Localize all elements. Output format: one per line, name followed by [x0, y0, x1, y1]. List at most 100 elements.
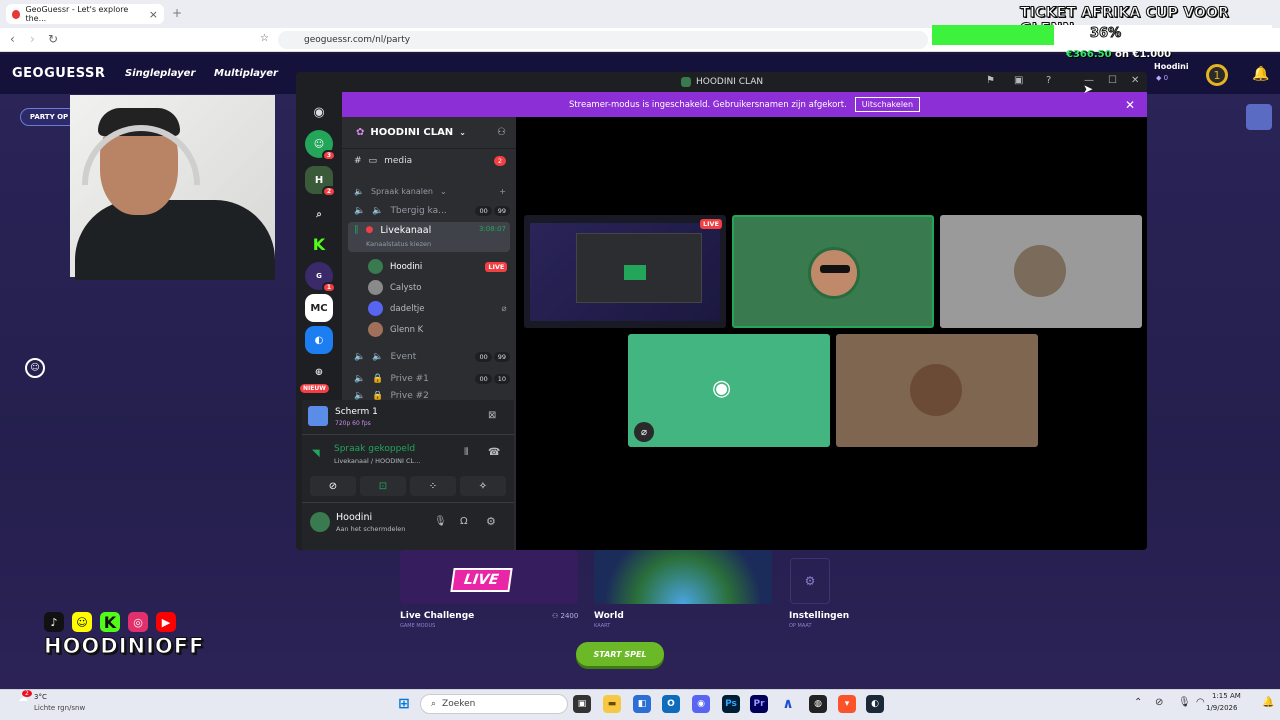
level-badge[interactable]: 1: [1206, 64, 1228, 86]
discord-icon[interactable]: ◉: [692, 695, 710, 713]
channel-event[interactable]: 🔈 🔈 Event 00 99: [348, 347, 510, 367]
server-header[interactable]: ✿ HOODINI CLAN ⌄ ⚇: [342, 117, 516, 149]
profile-name[interactable]: Hoodini: [1154, 62, 1189, 71]
steam-icon[interactable]: ◐: [866, 695, 884, 713]
noise-suppression-icon[interactable]: ⦀: [464, 447, 468, 458]
wifi-icon[interactable]: ◠: [1196, 697, 1205, 708]
forward-icon[interactable]: ›: [30, 32, 35, 46]
soundboard-button[interactable]: ✧: [460, 476, 506, 496]
task-view-icon[interactable]: ▣: [573, 695, 591, 713]
app-icon[interactable]: ∧: [779, 695, 797, 713]
outlook-icon[interactable]: O: [662, 695, 680, 713]
bookmark-icon[interactable]: ☆: [260, 33, 269, 44]
taskbar-search[interactable]: ⌕ Zoeken: [420, 694, 568, 714]
dm-icon[interactable]: ☺ 3: [305, 130, 336, 161]
tray-chevron-icon[interactable]: ⌃: [1134, 697, 1142, 708]
search-icon: ⌕: [431, 699, 437, 709]
inbox-icon[interactable]: ▣: [1014, 75, 1023, 86]
channel-media[interactable]: # ▭ media 2: [348, 151, 510, 171]
avatar: [368, 322, 383, 337]
network-icon[interactable]: ⊘: [1155, 697, 1163, 708]
headphones-icon[interactable]: Ω: [460, 516, 468, 527]
voice-status[interactable]: Spraak gekoppeld: [334, 444, 415, 454]
avatar[interactable]: [1246, 104, 1272, 130]
member-dadeltje[interactable]: dadeltje ⌀: [368, 301, 507, 316]
geoguessr-logo[interactable]: GEOGUESSR: [12, 66, 105, 81]
card-world-map[interactable]: [594, 550, 772, 604]
start-icon[interactable]: ⊞: [395, 695, 413, 713]
member-name: Glenn K: [390, 324, 424, 335]
notification-icon[interactable]: 🔔: [1262, 697, 1274, 708]
brave-icon[interactable]: ▾: [838, 695, 856, 713]
activities-button[interactable]: ⁘: [410, 476, 456, 496]
back-icon[interactable]: ‹: [10, 32, 15, 46]
server-icon-6[interactable]: ◐: [305, 326, 333, 354]
channel-status[interactable]: Kanaalstatus kiezen: [366, 240, 431, 248]
video-tile-calysto[interactable]: [940, 215, 1142, 328]
member-hoodini[interactable]: Hoodini LIVE: [368, 259, 508, 274]
start-game-button[interactable]: START SPEL: [576, 642, 664, 666]
chat-icon[interactable]: ☺: [25, 358, 45, 378]
flag-icon[interactable]: ⚑: [986, 75, 995, 86]
gear-icon[interactable]: ⚙: [790, 558, 830, 604]
donation-separator: on: [1111, 49, 1133, 60]
help-icon[interactable]: ?: [1046, 75, 1051, 86]
camera-off-button[interactable]: ⊘: [310, 476, 356, 496]
user-limit: 99: [493, 206, 510, 216]
channel-voice-1[interactable]: 🔈 🔈 Tbergig ka... 00 99: [348, 201, 510, 221]
server-icon-7[interactable]: ⊕: [305, 358, 333, 386]
video-tile-glenn[interactable]: [836, 334, 1038, 447]
video-tile-hoodini[interactable]: [732, 215, 934, 328]
card-live-challenge[interactable]: LIVE: [400, 550, 578, 604]
photoshop-icon[interactable]: Ps: [722, 695, 740, 713]
voice-channel[interactable]: Livekanaal / HOODINI CL...: [334, 457, 420, 465]
add-member-icon[interactable]: ⚇: [497, 127, 506, 138]
premiere-icon[interactable]: Pr: [750, 695, 768, 713]
channel-livekanaal[interactable]: ∥ ● Livekanaal 3:08:07 Kanaalstatus kiez…: [348, 222, 510, 252]
screen-share-button[interactable]: ⊡: [360, 476, 406, 496]
server-mc-icon[interactable]: MC: [305, 294, 333, 322]
microphone-icon[interactable]: 🎙: [434, 516, 447, 527]
clock-date[interactable]: 1/9/2026: [1206, 704, 1237, 712]
voice-panel: Scherm 1 720p 60 fps ⊠ ◥ Spraak gekoppel…: [302, 400, 514, 550]
reload-icon[interactable]: ↻: [48, 32, 58, 46]
server-hoodini-clan-icon[interactable]: H2: [305, 166, 336, 197]
muted-icon: ⌀: [634, 422, 654, 442]
member-glenn[interactable]: Glenn K: [368, 322, 423, 337]
close-window-icon[interactable]: ✕: [1131, 75, 1139, 86]
clock-time[interactable]: 1:15 AM: [1212, 692, 1241, 700]
add-channel-icon[interactable]: +: [499, 187, 506, 196]
address-bar[interactable]: geoguessr.com/nl/party: [278, 31, 928, 49]
discord-home-icon[interactable]: ◉: [305, 98, 333, 126]
maximize-icon[interactable]: ☐: [1108, 75, 1117, 86]
speaker-icon: 🔈: [354, 374, 366, 384]
mic-tray-icon[interactable]: 🎙: [1178, 697, 1191, 708]
close-banner-icon[interactable]: ✕: [1125, 98, 1135, 112]
disconnect-icon[interactable]: ☎: [488, 447, 500, 458]
stream-tile[interactable]: LIVE: [524, 215, 726, 328]
server-icon-4[interactable]: G1: [305, 262, 336, 293]
user-avatar[interactable]: [310, 512, 330, 532]
channel-prive-1[interactable]: 🔈 🔒 Prive #1 00 10: [348, 369, 510, 389]
obs-icon[interactable]: ◍: [809, 695, 827, 713]
user-count: 00: [475, 352, 492, 362]
search-icon[interactable]: ⌕: [305, 200, 333, 228]
file-explorer-icon[interactable]: ▬: [603, 695, 621, 713]
store-icon[interactable]: ◧: [633, 695, 651, 713]
disable-streamer-mode-button[interactable]: Uitschakelen: [854, 97, 921, 112]
new-tab-icon[interactable]: +: [172, 6, 182, 20]
window-title-text: HOODINI CLAN: [696, 77, 764, 87]
close-tab-icon[interactable]: ×: [149, 8, 158, 21]
video-tile-dadeltje[interactable]: ◉ ⌀: [628, 334, 830, 447]
category-voice[interactable]: 🔈 Spraak kanalen ⌄ +: [348, 181, 510, 201]
stop-screen-share-icon[interactable]: ⊠: [488, 410, 496, 421]
nav-singleplayer[interactable]: Singleplayer: [125, 68, 195, 79]
channel-name: media: [384, 156, 413, 166]
speaker-icon: 🔈: [354, 352, 366, 362]
member-calysto[interactable]: Calysto: [368, 280, 422, 295]
nav-multiplayer[interactable]: Multiplayer: [214, 68, 278, 79]
gear-icon[interactable]: ⚙: [486, 515, 496, 528]
kick-server-icon[interactable]: K: [305, 230, 333, 258]
bell-icon[interactable]: 🔔: [1252, 66, 1269, 82]
browser-tab[interactable]: GeoGuessr - Let's explore the... ×: [6, 4, 164, 24]
